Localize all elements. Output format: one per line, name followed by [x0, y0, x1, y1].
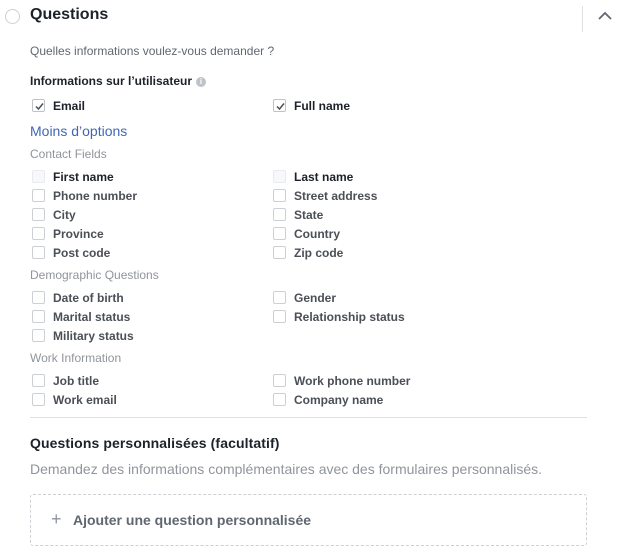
phone-number-label: Phone number — [53, 189, 138, 203]
province-checkbox[interactable] — [32, 227, 45, 240]
header-divider — [582, 6, 583, 32]
country-checkbox[interactable] — [273, 227, 286, 240]
email-label: Email — [53, 99, 86, 113]
checkmark-icon — [276, 103, 285, 111]
first-name-checkbox[interactable] — [32, 170, 45, 183]
country-label: Country — [294, 227, 340, 241]
date-of-birth-label: Date of birth — [53, 291, 124, 305]
date-of-birth-checkbox[interactable] — [32, 291, 45, 304]
chevron-up-icon — [598, 11, 612, 20]
city-label: City — [53, 208, 76, 222]
checkmark-icon — [35, 103, 44, 111]
relationship-status-label: Relationship status — [294, 310, 405, 324]
post-code-checkbox[interactable] — [32, 246, 45, 259]
add-custom-question-label: Ajouter une question personnalisée — [73, 512, 312, 528]
city-checkbox[interactable] — [32, 208, 45, 221]
gender-label: Gender — [294, 291, 337, 305]
marital-status-label: Marital status — [53, 310, 131, 324]
full-name-checkbox[interactable] — [273, 99, 286, 112]
relationship-status-checkbox[interactable] — [273, 310, 286, 323]
section-subtitle: Quelles informations voulez-vous demande… — [30, 44, 275, 58]
phone-number-checkbox[interactable] — [32, 189, 45, 202]
street-address-label: Street address — [294, 189, 378, 203]
work-phone-number-label: Work phone number — [294, 374, 411, 388]
work-phone-number-checkbox[interactable] — [273, 374, 286, 387]
add-custom-question-button[interactable]: + Ajouter une question personnalisée — [30, 494, 587, 546]
work-email-label: Work email — [53, 393, 117, 407]
info-icon[interactable]: i — [196, 77, 206, 87]
custom-questions-description: Demandez des informations complémentaire… — [30, 461, 543, 477]
post-code-label: Post code — [53, 246, 111, 260]
section-title: Questions — [30, 6, 109, 23]
plus-icon: + — [51, 509, 62, 529]
collapse-button[interactable] — [594, 6, 616, 26]
full-name-label: Full name — [294, 99, 351, 113]
section-divider — [30, 417, 587, 418]
job-title-label: Job title — [53, 374, 100, 388]
military-status-label: Military status — [53, 329, 134, 343]
job-title-checkbox[interactable] — [32, 374, 45, 387]
province-label: Province — [53, 227, 104, 241]
last-name-checkbox[interactable] — [273, 170, 286, 183]
demographic-heading: Demographic Questions — [30, 268, 159, 282]
zip-code-checkbox[interactable] — [273, 246, 286, 259]
marital-status-checkbox[interactable] — [32, 310, 45, 323]
gender-checkbox[interactable] — [273, 291, 286, 304]
zip-code-label: Zip code — [294, 246, 344, 260]
less-options-link[interactable]: Moins d’options — [30, 123, 127, 139]
contact-fields-heading: Contact Fields — [30, 147, 107, 161]
military-status-checkbox[interactable] — [32, 329, 45, 342]
section-radio[interactable] — [5, 9, 20, 24]
user-info-heading: Informations sur l’utilisateur — [30, 74, 193, 88]
email-checkbox[interactable] — [32, 99, 45, 112]
street-address-checkbox[interactable] — [273, 189, 286, 202]
state-checkbox[interactable] — [273, 208, 286, 221]
last-name-label: Last name — [294, 170, 354, 184]
company-name-label: Company name — [294, 393, 384, 407]
company-name-checkbox[interactable] — [273, 393, 286, 406]
custom-questions-title: Questions personnalisées (facultatif) — [30, 435, 280, 451]
work-info-heading: Work Information — [30, 351, 122, 365]
first-name-label: First name — [53, 170, 114, 184]
work-email-checkbox[interactable] — [32, 393, 45, 406]
state-label: State — [294, 208, 324, 222]
